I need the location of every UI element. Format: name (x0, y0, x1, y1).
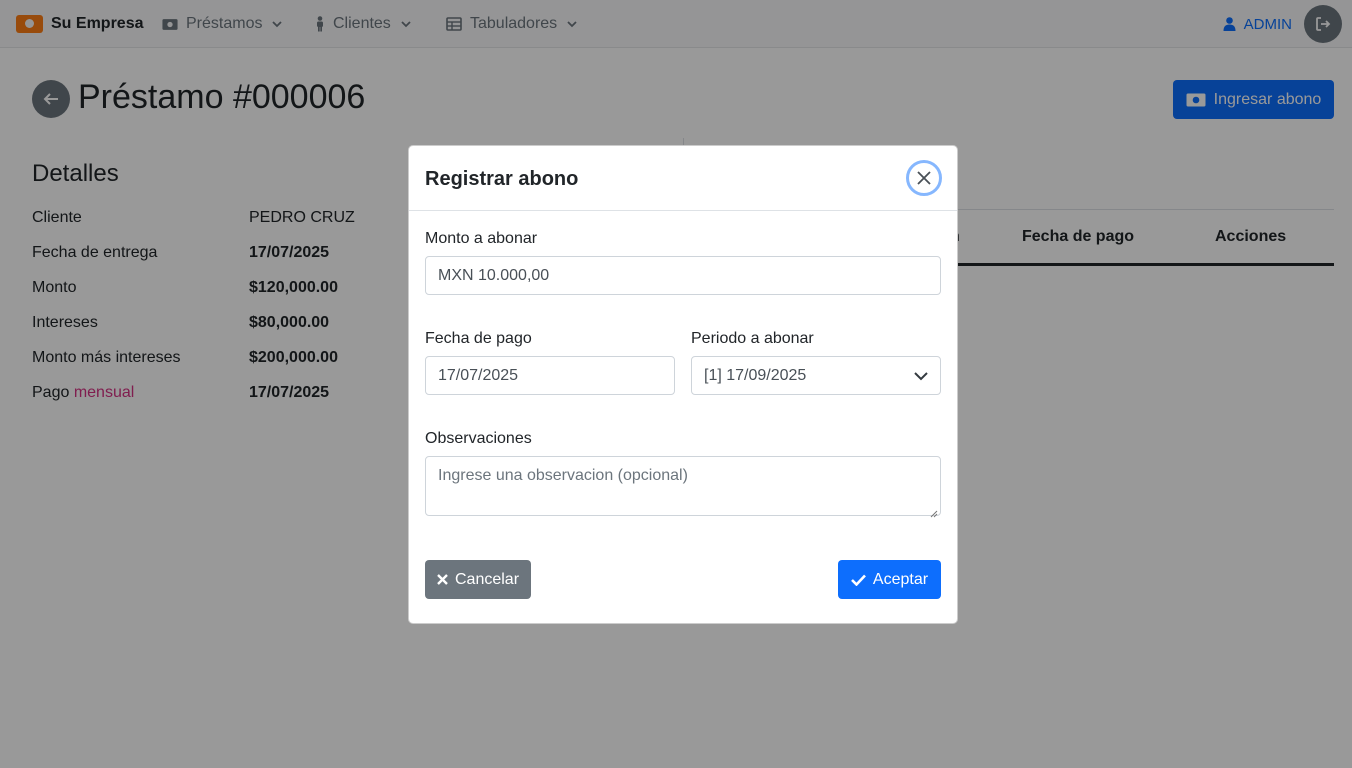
cancel-label: Cancelar (454, 570, 520, 588)
observaciones-label: Observaciones (425, 430, 532, 447)
periodo-label: Periodo a abonar (691, 330, 814, 347)
observaciones-textarea[interactable]: Ingrese una observacion (opcional) (425, 456, 941, 518)
modal-header: Registrar abono (409, 146, 957, 211)
periodo-value: [1] 17/09/2025 (704, 366, 807, 384)
check-icon (851, 574, 866, 586)
cancel-button[interactable]: Cancelar (425, 560, 531, 599)
close-button[interactable] (906, 160, 942, 196)
periodo-select[interactable]: [1] 17/09/2025 (691, 356, 941, 395)
monto-value: MXN 10.000,00 (438, 266, 550, 284)
close-icon (917, 171, 931, 185)
fecha-pago-value: 17/07/2025 (438, 366, 519, 384)
monto-input[interactable]: MXN 10.000,00 (425, 256, 941, 295)
chevron-down-icon (914, 369, 928, 383)
accept-button[interactable]: Aceptar (838, 560, 941, 599)
close-icon (437, 574, 448, 585)
monto-label: Monto a abonar (425, 230, 538, 247)
modal-title: Registrar abono (425, 168, 579, 190)
fecha-pago-label: Fecha de pago (425, 330, 532, 347)
observaciones-placeholder: Ingrese una observacion (opcional) (438, 467, 688, 484)
accept-label: Aceptar (872, 570, 929, 588)
fecha-pago-input[interactable]: 17/07/2025 (425, 356, 675, 395)
resize-grip-icon[interactable] (930, 505, 938, 518)
registrar-abono-modal: Registrar abono Monto a abonar MXN 10.00… (408, 145, 958, 624)
